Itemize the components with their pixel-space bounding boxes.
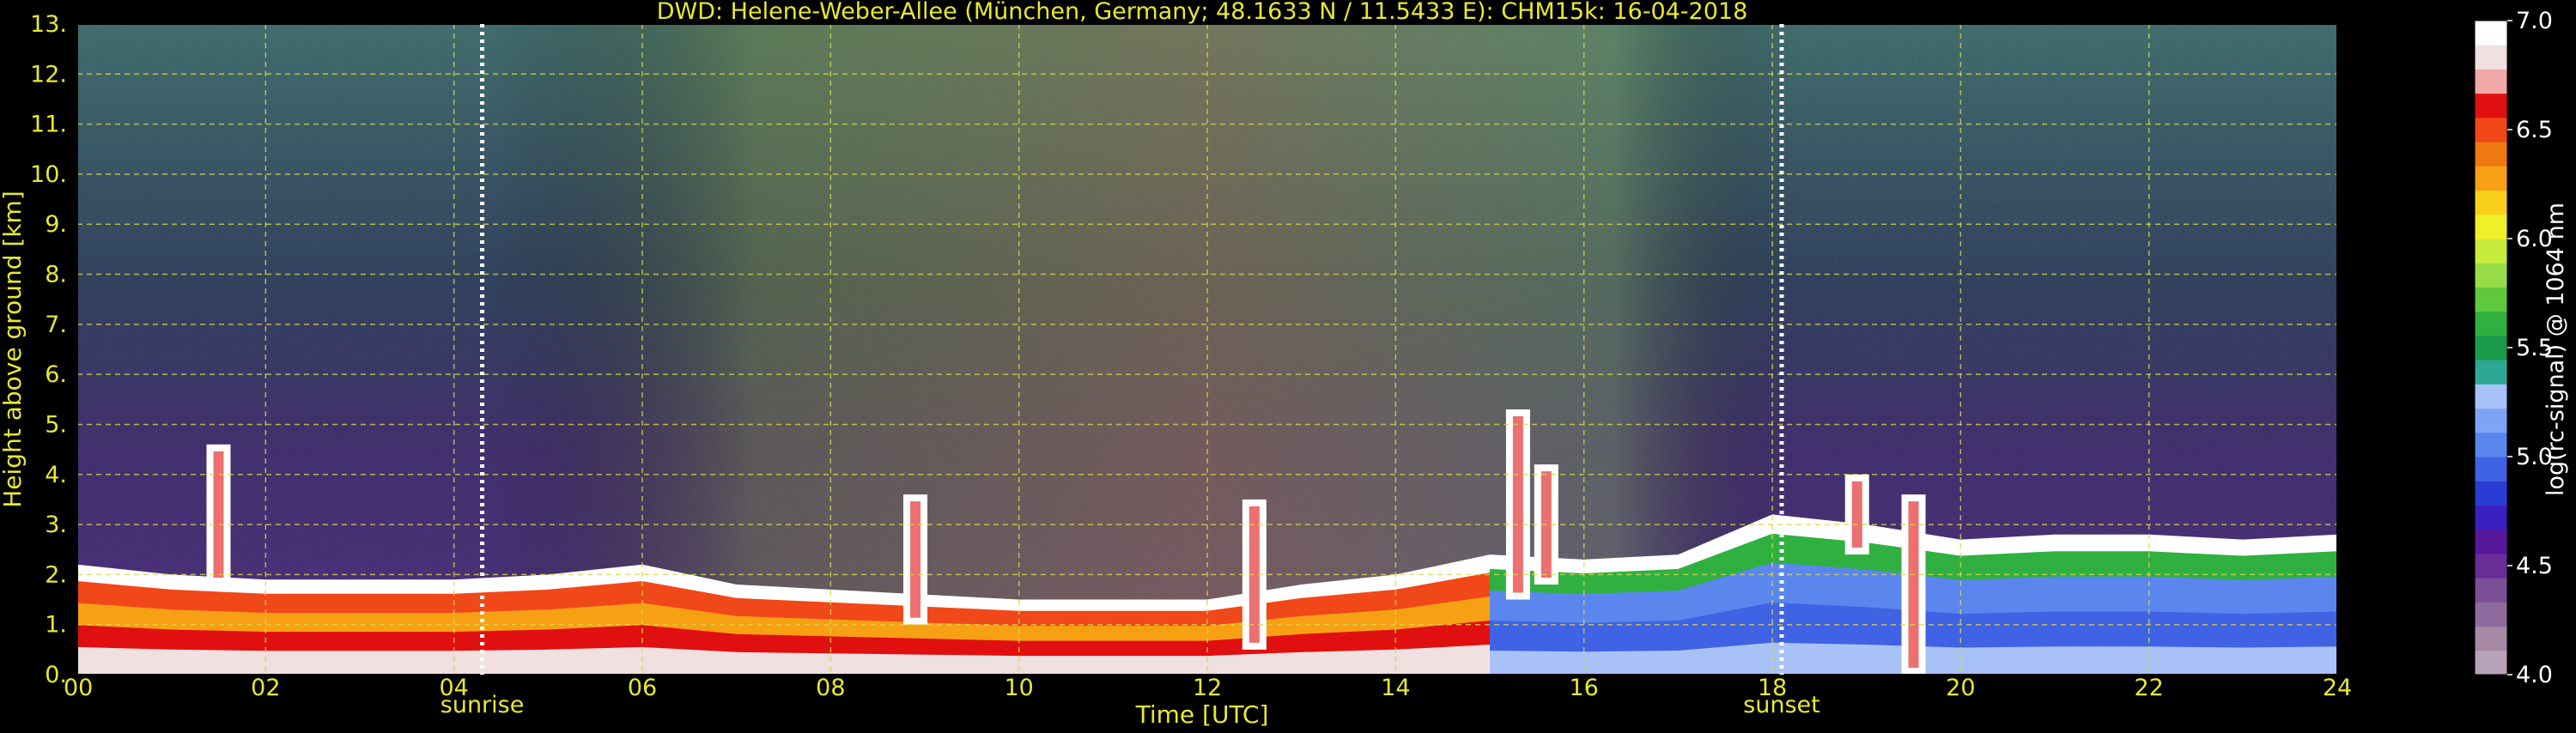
colorbar-segment	[2475, 239, 2507, 264]
y-tick-label: 13.	[30, 11, 67, 38]
colorbar-segment	[2475, 481, 2507, 506]
colorbar-segment	[2475, 214, 2507, 239]
y-tick-label: 7.	[45, 312, 67, 338]
cloud-event-core	[1851, 481, 1862, 548]
x-tick-label: 00	[64, 675, 93, 701]
colorbar-segment	[2475, 384, 2507, 409]
x-tick-label: 18	[1758, 675, 1787, 701]
colorbar-tick-label: 4.5	[2516, 553, 2553, 579]
y-tick-label: 8.	[45, 262, 67, 288]
colorbar-segment	[2475, 529, 2507, 554]
colorbar-segment	[2475, 432, 2507, 457]
colorbar-segment	[2475, 505, 2507, 530]
colorbar-segment	[2475, 408, 2507, 433]
x-tick-label: 22	[2134, 675, 2163, 701]
colorbar-segment	[2475, 93, 2507, 118]
colorbar-segment	[2475, 21, 2507, 45]
x-tick-label: 08	[816, 675, 845, 701]
y-tick-label: 9.	[45, 211, 67, 238]
colorbar-segment	[2475, 335, 2507, 360]
colorbar-segment	[2475, 117, 2507, 142]
colorbar-segment	[2475, 45, 2507, 70]
colorbar-segment	[2475, 457, 2507, 482]
x-tick-label: 06	[628, 675, 657, 701]
y-tick-label: 5.	[45, 411, 67, 438]
y-tick-label: 11.	[30, 112, 67, 138]
x-tick-label: 20	[1946, 675, 1975, 701]
colorbar-segment	[2475, 190, 2507, 215]
x-tick-label: 14	[1381, 675, 1410, 701]
colorbar-segment	[2475, 311, 2507, 336]
colorbar-tick-label: 6.5	[2516, 117, 2553, 143]
colorbar-segment	[2475, 626, 2507, 651]
ceilometer-chart: sunrise sunset00 02 04 06 08 10 12 14 16 18 20 22 240…	[0, 0, 2569, 729]
colorbar-segment	[2475, 263, 2507, 288]
x-axis-label: Time [UTC]	[1135, 700, 1269, 729]
x-tick-label: 12	[1193, 675, 1222, 701]
x-tick-label: 16	[1569, 675, 1598, 701]
colorbar-label: log(rc-signal) @ 1064 nm	[2543, 203, 2569, 496]
y-tick-label: 0.	[45, 662, 67, 688]
y-tick-label: 1.	[45, 612, 67, 639]
y-tick-label: 6.	[45, 361, 67, 388]
colorbar-segment	[2475, 602, 2507, 627]
y-tick-label: 2.	[45, 561, 67, 588]
colorbar-segment	[2475, 650, 2507, 675]
x-tick-label: 24	[2323, 675, 2352, 701]
y-tick-label: 12.	[30, 61, 67, 88]
x-tick-label: 10	[1004, 675, 1033, 701]
colorbar-segment	[2475, 360, 2507, 385]
chart-title: DWD: Helene-Weber-Allee (München, German…	[657, 0, 1748, 25]
colorbar-segment	[2475, 166, 2507, 191]
colorbar-tick-label: 4.0	[2516, 662, 2553, 688]
ceilometer-figure: sunrise sunset 00 02 04 06 08 10 12 14 16 18 20 22 24 0…	[0, 0, 2576, 730]
x-tick-label: 02	[251, 675, 280, 701]
y-axis-label: Height above ground [km]	[0, 191, 27, 508]
y-tick-label: 4.	[45, 462, 67, 488]
cloud-event-core	[1512, 415, 1523, 593]
y-tick-label: 10.	[30, 161, 67, 188]
colorbar-segment	[2475, 69, 2507, 94]
colorbar-tick-label: 7.0	[2516, 8, 2553, 34]
cloud-event-core	[910, 501, 921, 618]
y-tick-label: 3.	[45, 512, 67, 538]
x-tick-label: 04	[439, 675, 468, 701]
cloud-event-core	[213, 451, 224, 579]
colorbar-segment	[2475, 553, 2507, 579]
colorbar-segment	[2475, 287, 2507, 312]
cloud-event-core	[1908, 501, 1919, 668]
colorbar-segment	[2475, 142, 2507, 167]
colorbar-segment	[2475, 578, 2507, 603]
